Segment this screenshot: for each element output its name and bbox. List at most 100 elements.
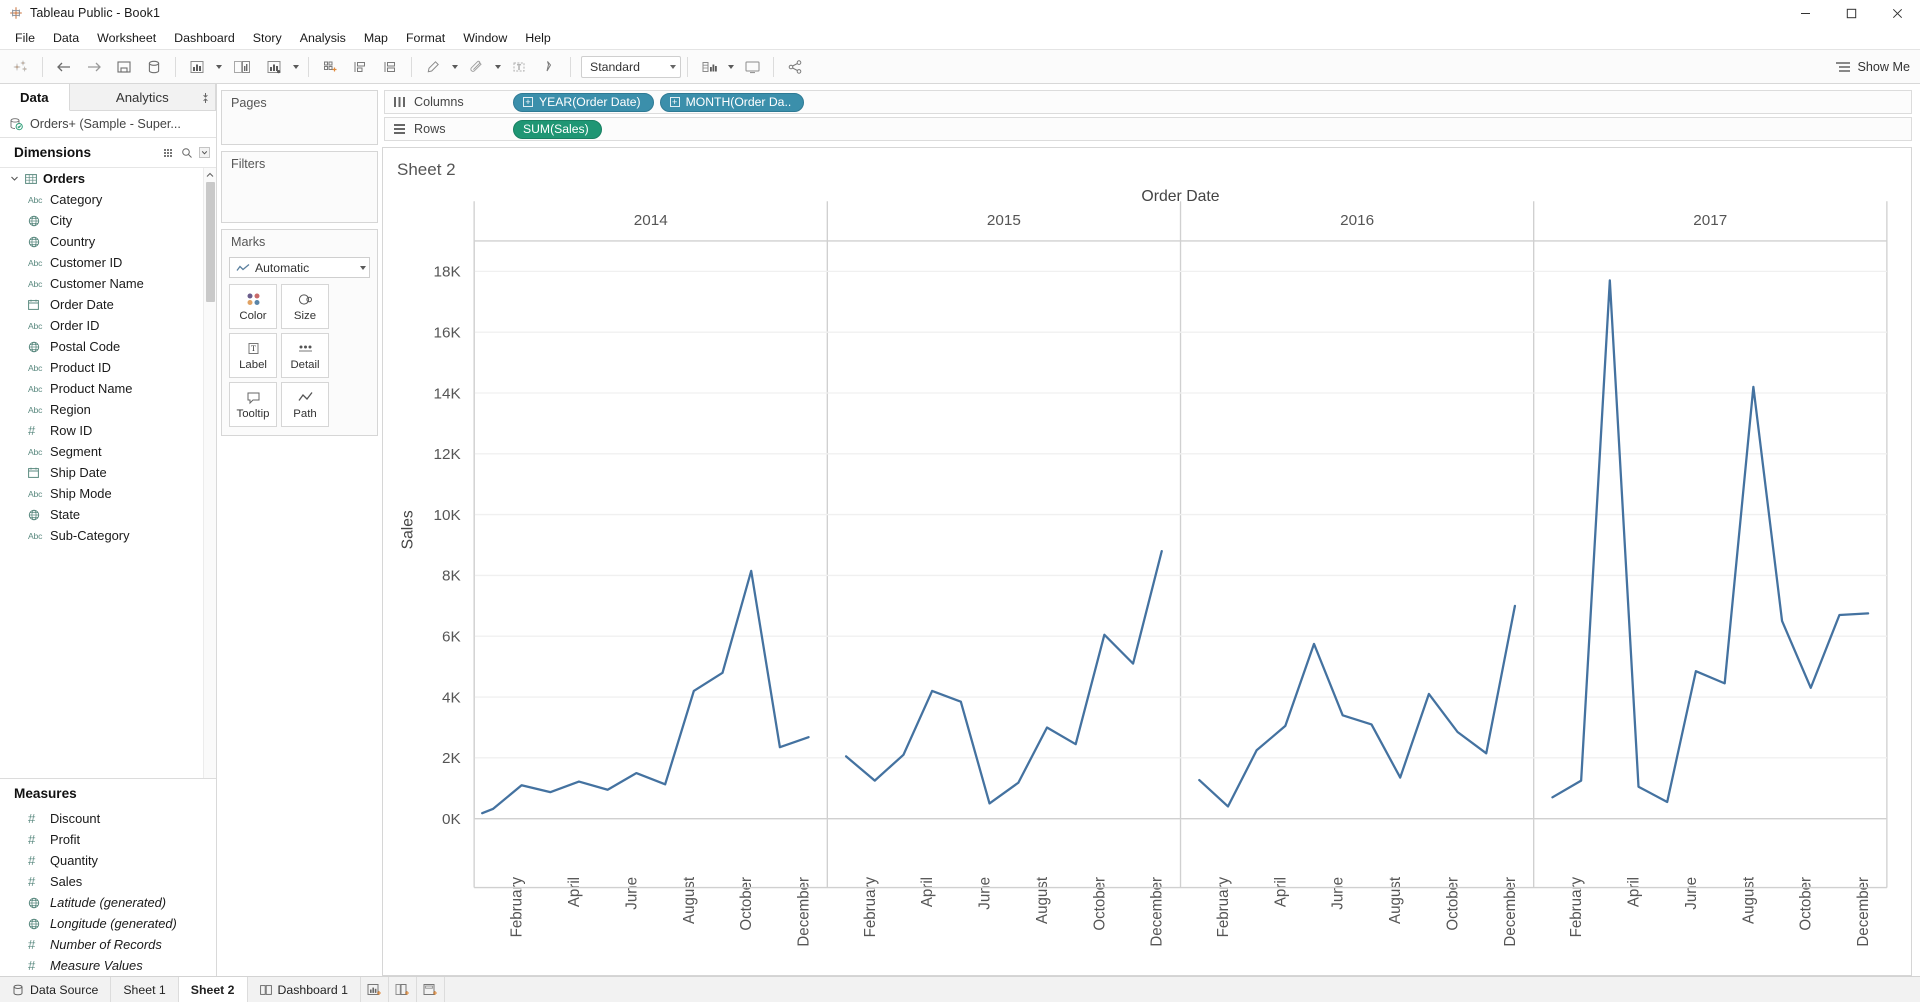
measure-longitude-generated[interactable]: Longitude (generated): [0, 913, 216, 934]
series-line-2015[interactable]: [844, 550, 1163, 805]
maximize-button[interactable]: [1828, 0, 1874, 26]
marks-color-button[interactable]: Color: [229, 284, 277, 329]
dimension-region[interactable]: Abc Region: [0, 399, 216, 420]
measure-quantity[interactable]: # Quantity: [0, 850, 216, 871]
expand-plus-icon[interactable]: +: [669, 97, 680, 107]
new-story-dropdown[interactable]: [289, 54, 302, 80]
dimension-postal-code[interactable]: Postal Code: [0, 336, 216, 357]
dimensions-list[interactable]: Orders Abc Category City Country Abc Customer…: [0, 168, 216, 778]
new-dashboard-icon[interactable]: [225, 54, 259, 80]
new-worksheet-dropdown[interactable]: [212, 54, 225, 80]
minimize-button[interactable]: [1782, 0, 1828, 26]
highlight-icon[interactable]: [418, 54, 448, 80]
menu-window[interactable]: Window: [454, 27, 516, 49]
rows-shelf[interactable]: Rows SUM(Sales): [384, 117, 1912, 141]
status-item-dashboard-1[interactable]: Dashboard 1: [248, 977, 361, 1002]
show-hide-cards-dropdown[interactable]: [724, 54, 737, 80]
menu-map[interactable]: Map: [355, 27, 397, 49]
undo-icon[interactable]: [49, 54, 79, 80]
dimension-state[interactable]: State: [0, 504, 216, 525]
dimension-country[interactable]: Country: [0, 231, 216, 252]
columns-shelf-body[interactable]: + YEAR(Order Date) + MONTH(Order Da..: [509, 91, 1911, 113]
marks-path-button[interactable]: Path: [281, 382, 329, 427]
dimension-product-id[interactable]: Abc Product ID: [0, 357, 216, 378]
dimension-ship-date[interactable]: Ship Date: [0, 462, 216, 483]
columns-shelf[interactable]: Columns + YEAR(Order Date) + MONTH(Order…: [384, 90, 1912, 114]
highlight-dropdown[interactable]: [448, 54, 461, 80]
tab-data[interactable]: Data: [0, 84, 70, 111]
save-icon[interactable]: [109, 54, 139, 80]
dimension-product-name[interactable]: Abc Product Name: [0, 378, 216, 399]
measure-sales[interactable]: # Sales: [0, 871, 216, 892]
marks-label-button[interactable]: T Label: [229, 333, 277, 378]
menu-worksheet[interactable]: Worksheet: [88, 27, 165, 49]
menu-help[interactable]: Help: [516, 27, 559, 49]
rows-shelf-body[interactable]: SUM(Sales): [509, 118, 1911, 140]
menu-data[interactable]: Data: [44, 27, 88, 49]
new-story-button[interactable]: [417, 977, 445, 1002]
pill-year-order-date[interactable]: + YEAR(Order Date): [513, 92, 654, 112]
dimensions-menu-icon[interactable]: [199, 147, 210, 158]
pill-sum-sales[interactable]: SUM(Sales): [513, 119, 602, 139]
presentation-mode-icon[interactable]: [737, 54, 767, 80]
scroll-up-icon[interactable]: [204, 168, 216, 181]
menu-file[interactable]: File: [6, 27, 44, 49]
marks-size-button[interactable]: Size: [281, 284, 329, 329]
group-members-icon[interactable]: [461, 54, 491, 80]
dimension-category[interactable]: Abc Category: [0, 189, 216, 210]
search-icon[interactable]: [181, 147, 193, 159]
dimension-row-id[interactable]: # Row ID: [0, 420, 216, 441]
redo-icon[interactable]: [79, 54, 109, 80]
swap-rows-cols-icon[interactable]: [375, 54, 405, 80]
new-story-icon[interactable]: [259, 54, 289, 80]
table-group-orders[interactable]: Orders: [0, 168, 216, 189]
marks-detail-button[interactable]: Detail: [281, 333, 329, 378]
menu-dashboard[interactable]: Dashboard: [165, 27, 244, 49]
show-hide-cards-icon[interactable]: [694, 54, 724, 80]
tab-analytics[interactable]: Analytics: [69, 84, 216, 110]
sales-line-chart[interactable]: Order Date2014 2015 2016 20170K2K4K6K8K10K1…: [383, 180, 1911, 975]
dimension-sub-category[interactable]: Abc Sub-Category: [0, 525, 216, 546]
menu-story[interactable]: Story: [244, 27, 291, 49]
new-worksheet-icon[interactable]: [182, 54, 212, 80]
dimension-segment[interactable]: Abc Segment: [0, 441, 216, 462]
expand-plus-icon[interactable]: +: [523, 97, 533, 107]
status-item-sheet-2[interactable]: Sheet 2: [178, 977, 248, 1002]
data-source-row[interactable]: Orders+ (Sample - Super...: [0, 111, 216, 138]
series-line-2017[interactable]: [1551, 279, 1870, 804]
fit-dropdown[interactable]: Standard: [581, 55, 681, 78]
close-button[interactable]: [1874, 0, 1920, 26]
measure-latitude-generated[interactable]: Latitude (generated): [0, 892, 216, 913]
group-by-folder-icon[interactable]: [163, 147, 175, 159]
pill-month-order-date[interactable]: + MONTH(Order Da..: [659, 92, 805, 112]
dimensions-scrollbar[interactable]: [203, 168, 216, 778]
marks-type-dropdown[interactable]: Automatic: [229, 257, 370, 278]
series-line-2014[interactable]: [481, 569, 810, 815]
measure-measure-values[interactable]: # Measure Values: [0, 955, 216, 976]
tableau-sparkle-icon[interactable]: [6, 54, 36, 80]
dimension-ship-mode[interactable]: Abc Ship Mode: [0, 483, 216, 504]
dimension-order-date[interactable]: Order Date: [0, 294, 216, 315]
dimension-city[interactable]: City: [0, 210, 216, 231]
show-labels-icon[interactable]: T: [504, 54, 534, 80]
marks-tooltip-button[interactable]: Tooltip: [229, 382, 277, 427]
share-icon[interactable]: [780, 54, 810, 80]
measure-number-of-records[interactable]: # Number of Records: [0, 934, 216, 955]
scrollbar-thumb[interactable]: [206, 182, 215, 302]
duplicate-icon[interactable]: [315, 54, 345, 80]
pages-card[interactable]: Pages: [221, 90, 378, 145]
fix-axes-icon[interactable]: [534, 54, 564, 80]
filters-card[interactable]: Filters: [221, 151, 378, 223]
measure-profit[interactable]: # Profit: [0, 829, 216, 850]
new-data-source-icon[interactable]: [139, 54, 169, 80]
new-worksheet-button[interactable]: [361, 977, 389, 1002]
clear-sheet-icon[interactable]: [345, 54, 375, 80]
data-pane-collapse-icon[interactable]: [198, 84, 212, 111]
menu-format[interactable]: Format: [397, 27, 454, 49]
dimension-customer-id[interactable]: Abc Customer ID: [0, 252, 216, 273]
measure-discount[interactable]: # Discount: [0, 808, 216, 829]
status-item-data-source[interactable]: Data Source: [0, 977, 112, 1002]
show-me-button[interactable]: Show Me: [1835, 60, 1910, 74]
new-dashboard-button[interactable]: [389, 977, 417, 1002]
group-dropdown[interactable]: [491, 54, 504, 80]
